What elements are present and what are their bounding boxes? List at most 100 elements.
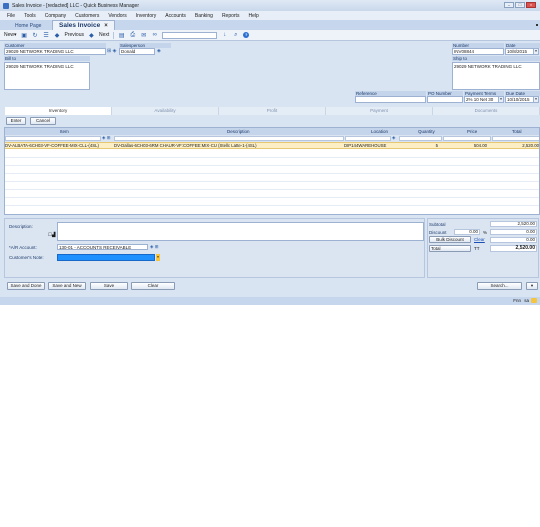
- bill-to-address[interactable]: 29029 NETWORK TRADING LLC: [4, 62, 90, 90]
- menu-customers[interactable]: Customers: [75, 13, 99, 19]
- more-options-icon[interactable]: ▾: [526, 282, 538, 290]
- previous-arrow-icon[interactable]: ◆: [54, 32, 61, 39]
- tab-sales-invoice-label: Sales Invoice: [59, 22, 101, 29]
- menu-file[interactable]: File: [7, 13, 15, 19]
- date-field[interactable]: 10/8/2015 ▾: [505, 48, 539, 55]
- menu-inventory[interactable]: Inventory: [136, 13, 157, 19]
- menu-tools[interactable]: Tools: [24, 13, 36, 19]
- list-icon[interactable]: ☰: [43, 32, 50, 39]
- payment-terms-select[interactable]: 2% 10 Net 30 ▾: [464, 96, 504, 103]
- minimize-button[interactable]: –: [504, 2, 514, 8]
- po-number-field[interactable]: [427, 96, 463, 103]
- clear-discount-link[interactable]: Clear: [474, 237, 485, 242]
- quantity-filter-input[interactable]: [399, 136, 442, 141]
- menu-vendors[interactable]: Vendors: [108, 13, 126, 19]
- tab-home-page[interactable]: Home Page: [6, 22, 50, 30]
- ar-account-select[interactable]: 130-01 - ACCOUNTS RECEIVABLE: [57, 244, 148, 250]
- item-filter-input[interactable]: [5, 136, 101, 141]
- cancel-button[interactable]: Cancel: [30, 117, 56, 125]
- customer-note-label: Customer's Note:: [9, 255, 44, 260]
- maximize-button[interactable]: □: [515, 2, 525, 8]
- language-indicator: Fnn: [513, 298, 521, 303]
- description-checkbox-icon[interactable]: ☐▟: [48, 232, 56, 238]
- row-description: DV-Dallas-6CH03-6RM CHAUR-VF:COFFEE:MIX-…: [114, 143, 257, 148]
- tab-availability[interactable]: Availability: [112, 107, 219, 115]
- bulk-discount-button[interactable]: Bulk Discount: [429, 236, 471, 243]
- date-dropdown-icon[interactable]: ▾: [533, 49, 538, 54]
- save-and-new-button[interactable]: Save and New: [48, 282, 86, 290]
- title-bar: Sales Invoice - [redacted] LLC - Quick B…: [0, 0, 540, 11]
- location-filter-input[interactable]: [345, 136, 391, 141]
- close-tab-icon[interactable]: ×: [104, 23, 108, 29]
- salesperson-lookup-icon[interactable]: ◈: [157, 48, 161, 54]
- grid-header: Item Description Location Quantity Price…: [5, 128, 539, 135]
- help-icon[interactable]: ?: [243, 32, 250, 38]
- customer-field[interactable]: 29029 NETWORK TRADING LLC: [4, 48, 106, 55]
- customer-lookup-icon[interactable]: ⊞ ◈: [107, 48, 116, 54]
- new-button[interactable]: New▾: [4, 32, 17, 38]
- application-window: Sales Invoice - [redacted] LLC - Quick B…: [0, 0, 540, 305]
- document-icon[interactable]: ▤: [118, 32, 125, 39]
- save-button[interactable]: Save: [90, 282, 128, 290]
- notification-icon[interactable]: [531, 298, 537, 303]
- reference-field[interactable]: [355, 96, 426, 103]
- price-filter-input[interactable]: [443, 136, 491, 141]
- row-item: DV-ALBATA-6CH03-VF-COFFEE-MIX-CLL-(4SL): [5, 143, 99, 148]
- new-button-label: New: [4, 32, 15, 38]
- ship-to-address[interactable]: 29029 NETWORK TRADING LLC: [452, 62, 540, 90]
- currency-code: TT: [474, 246, 480, 251]
- due-date-dropdown-icon[interactable]: ▾: [533, 97, 538, 102]
- total-filter-input[interactable]: [492, 136, 539, 141]
- column-price[interactable]: Price: [467, 128, 477, 135]
- menu-banking[interactable]: Banking: [195, 13, 213, 19]
- menu-company[interactable]: Company: [45, 13, 66, 19]
- tab-documents[interactable]: Documents: [433, 107, 540, 115]
- column-quantity[interactable]: Quantity: [418, 128, 435, 135]
- tab-sales-invoice[interactable]: Sales Invoice ×: [52, 20, 115, 30]
- grid-divider: [5, 189, 539, 190]
- refresh-icon[interactable]: ↻: [32, 32, 39, 39]
- column-location[interactable]: Location: [371, 128, 388, 135]
- item-lookup-icon[interactable]: ◈ ⊞: [102, 135, 110, 141]
- next-button[interactable]: Next: [99, 32, 109, 38]
- date-value: 10/8/2015: [507, 49, 528, 54]
- table-row[interactable]: DV-ALBATA-6CH03-VF-COFFEE-MIX-CLL-(4SL) …: [5, 142, 539, 149]
- payment-terms-dropdown-icon[interactable]: ▾: [498, 97, 503, 102]
- description-textarea[interactable]: [57, 222, 424, 241]
- close-button[interactable]: ×: [526, 2, 536, 8]
- save-icon[interactable]: ▣: [21, 32, 28, 39]
- invoice-details-panel: Description: ☐▟ *A/R Account: 130-01 - A…: [4, 218, 425, 278]
- column-item[interactable]: Item: [60, 128, 69, 135]
- salesperson-field[interactable]: Donald: [119, 48, 155, 55]
- description-filter-input[interactable]: [114, 136, 344, 141]
- enter-button[interactable]: Enter: [6, 117, 26, 125]
- clear-button[interactable]: Clear: [131, 282, 175, 290]
- tab-overflow-icon[interactable]: [536, 24, 538, 26]
- location-lookup-icon[interactable]: ◈: [392, 135, 395, 141]
- menu-help[interactable]: Help: [248, 13, 258, 19]
- ar-account-lookup-icon[interactable]: ◈ ⊞: [150, 244, 158, 250]
- binoculars-icon[interactable]: ∞: [151, 32, 158, 39]
- bulk-discount-value: 0.00: [490, 237, 537, 243]
- column-total[interactable]: Total: [512, 128, 522, 135]
- menu-reports[interactable]: Reports: [222, 13, 240, 19]
- tab-profit[interactable]: Profit: [219, 107, 326, 115]
- search-button[interactable]: Search...: [477, 282, 522, 290]
- due-date-field[interactable]: 10/10/2015 ▾: [505, 96, 539, 103]
- column-description[interactable]: Description: [227, 128, 250, 135]
- customer-note-field[interactable]: [57, 254, 155, 261]
- tab-payment[interactable]: Payment: [326, 107, 433, 115]
- menu-accounts[interactable]: Accounts: [165, 13, 186, 19]
- download-icon[interactable]: ↓: [221, 32, 228, 39]
- discount-percent-field[interactable]: 0.00: [454, 229, 480, 235]
- attach-icon[interactable]: ⌕: [232, 32, 239, 39]
- save-and-done-button[interactable]: Save and Done: [7, 282, 45, 290]
- invoice-number-field[interactable]: INV08844: [452, 48, 504, 55]
- toolbar-search-input[interactable]: [162, 31, 218, 39]
- note-dropdown-icon[interactable]: ▾: [156, 254, 160, 261]
- tab-inventory[interactable]: Inventory: [5, 107, 112, 115]
- email-icon[interactable]: ✉: [140, 32, 147, 39]
- next-arrow-icon[interactable]: ◆: [88, 32, 95, 39]
- previous-button[interactable]: Previous: [65, 32, 84, 38]
- print-icon[interactable]: ⎙: [129, 32, 136, 39]
